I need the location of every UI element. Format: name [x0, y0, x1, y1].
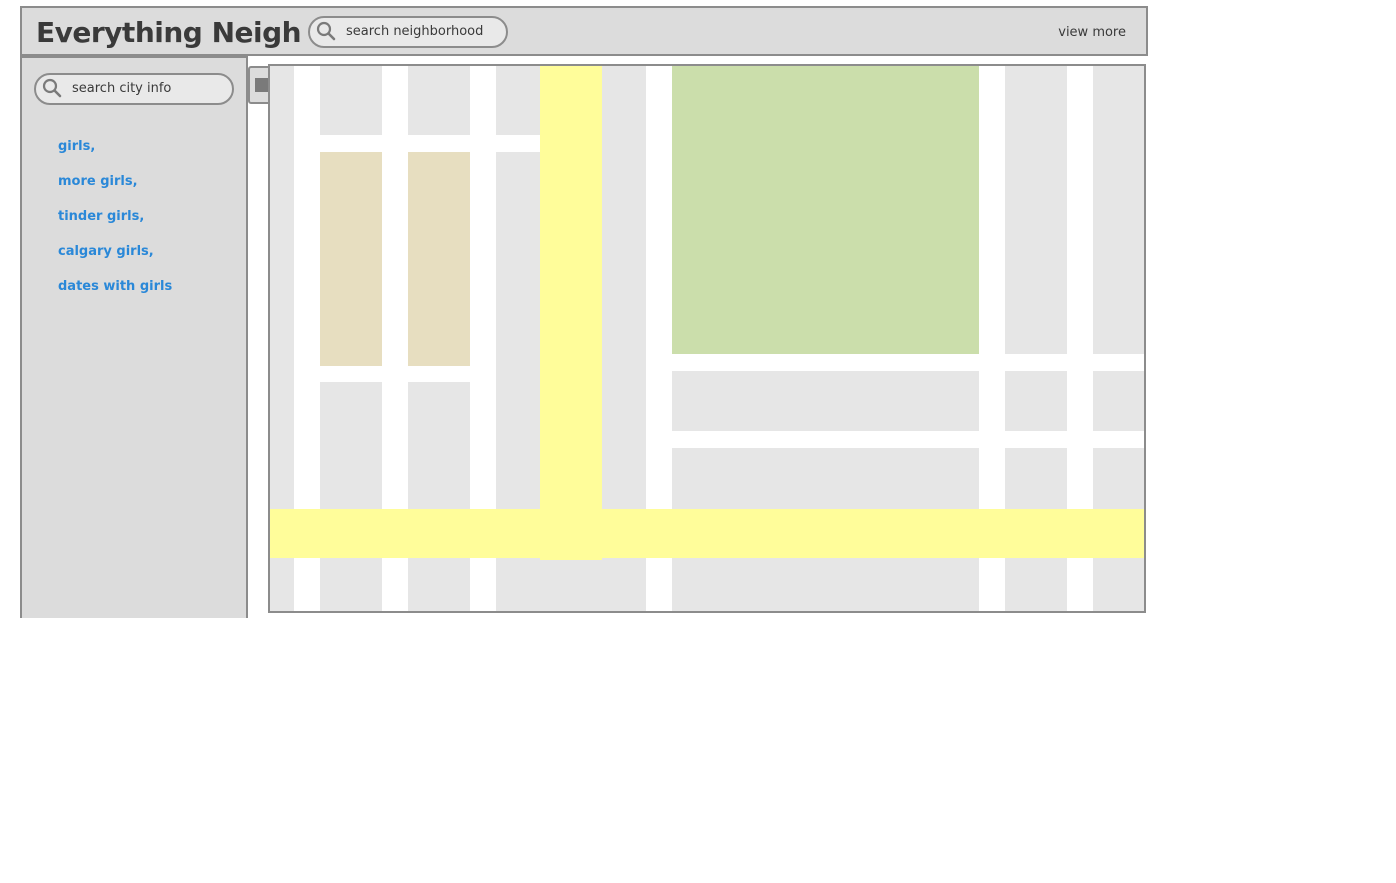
map-building	[408, 152, 470, 366]
map-block	[1093, 66, 1144, 354]
search-placeholder: search neighborhood	[346, 24, 484, 39]
sidebar-link-tinder-girls[interactable]: tinder girls,	[58, 206, 172, 241]
map-block	[1093, 371, 1144, 431]
city-info-search-input[interactable]: search city info	[34, 73, 234, 105]
view-more-link[interactable]: view more	[1058, 24, 1126, 42]
search-icon	[316, 21, 336, 41]
map-block	[320, 66, 382, 135]
map-block	[408, 66, 470, 135]
search-icon	[42, 78, 62, 98]
sidebar-link-dates-with-girls[interactable]: dates with girls	[58, 276, 172, 311]
map-block	[1005, 66, 1067, 354]
sidebar-link-girls[interactable]: girls,	[58, 136, 172, 171]
map-block	[496, 66, 542, 135]
sidebar-link-list: girls, more girls, tinder girls, calgary…	[58, 136, 172, 311]
map-main-road-vertical	[540, 66, 602, 560]
map-block	[320, 382, 382, 611]
map-view[interactable]	[268, 64, 1146, 613]
map-block	[600, 66, 646, 152]
neighborhood-search-input[interactable]: search neighborhood	[308, 16, 508, 48]
top-bar: Everything Neigh search neighborhood vie…	[20, 6, 1148, 56]
sidebar-link-more-girls[interactable]: more girls,	[58, 171, 172, 206]
sidebar-link-calgary-girls[interactable]: calgary girls,	[58, 241, 172, 276]
map-block	[408, 382, 470, 611]
map-block	[672, 371, 979, 431]
sidebar: search city info girls, more girls, tind…	[20, 56, 248, 618]
map-park	[672, 66, 979, 354]
map-building	[320, 152, 382, 366]
app-title: Everything Neigh	[36, 16, 302, 49]
search-placeholder: search city info	[72, 81, 172, 96]
map-main-road-horizontal	[270, 509, 1144, 558]
map-block	[1005, 371, 1067, 431]
